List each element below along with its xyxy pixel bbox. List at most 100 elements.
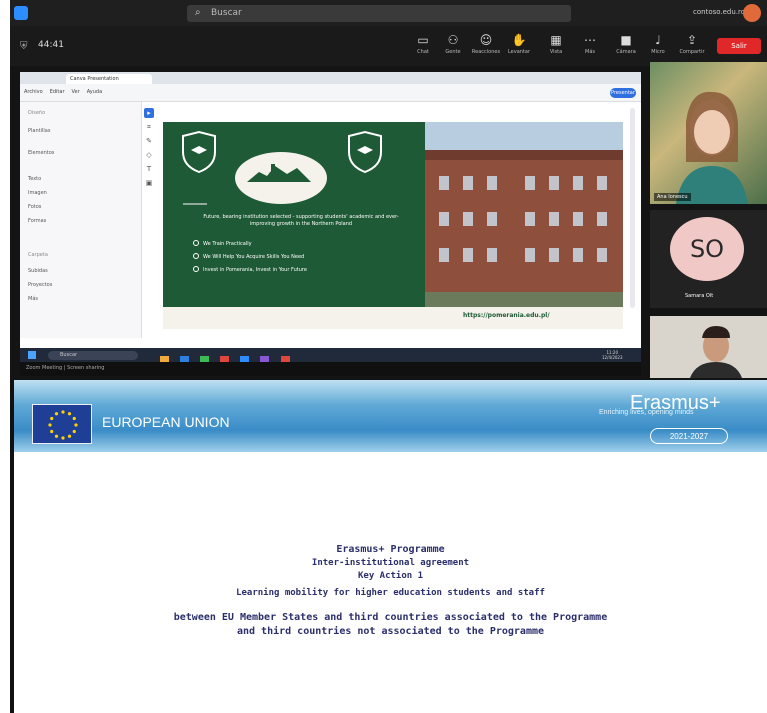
document-line: Learning mobility for higher education s… <box>236 588 545 598</box>
people-button[interactable]: ⚇ Gente <box>437 32 469 62</box>
participant-name: Samara Olt <box>685 293 714 299</box>
meeting-toolbar: ⛨ 44:41 ▭ Chat ⚇ Gente ☺ Reacciones ✋ Levantar ▦… <box>10 26 767 66</box>
eu-star-icon <box>54 434 59 438</box>
slide-bullet: Invest in Pomerania, Invest in Your Futu… <box>193 266 307 273</box>
university-logo-icon <box>235 152 327 204</box>
crop-icon[interactable]: ⌗ <box>144 122 154 132</box>
participant-tile-so[interactable]: SO Samara Olt <box>650 210 767 308</box>
participant-video <box>690 326 742 378</box>
participant-initials: SO <box>670 217 744 281</box>
zoom-titlebar: ⌕ Buscar contoso.edu.ro <box>10 0 767 26</box>
document-line: Inter-institutional agreement <box>311 558 470 568</box>
eu-star-icon <box>72 416 76 421</box>
windows-start-icon[interactable] <box>28 351 36 359</box>
chat-button[interactable]: ▭ Chat <box>407 32 439 62</box>
shield-icon[interactable]: ⛨ <box>20 41 28 52</box>
more-icon: ⋯ <box>584 33 596 47</box>
bullet-icon <box>193 240 199 246</box>
shield-emblem-right-icon <box>348 130 382 174</box>
slide-canvas[interactable]: Future, bearing institution selected - s… <box>163 122 623 329</box>
slide-bullet: We Train Practically <box>193 240 252 247</box>
participant-video <box>676 91 748 204</box>
toolbar-label: Gente <box>445 49 461 55</box>
document-line: Erasmus+ Programme <box>336 544 445 555</box>
taskbar-search-text: Buscar <box>60 352 78 358</box>
document-line: Key Action 1 <box>357 571 424 581</box>
react-button[interactable]: ☺ Reacciones <box>470 32 502 62</box>
eu-star-icon <box>61 436 65 440</box>
mic-icon: ♩ <box>655 33 661 47</box>
toolbar-label: Más <box>585 49 595 55</box>
pane-item[interactable]: Texto <box>28 176 41 182</box>
shield-emblem-left-icon <box>182 130 216 174</box>
view-icon: ▦ <box>550 33 562 47</box>
eu-star-icon <box>50 429 54 434</box>
pane-item[interactable]: Subidas <box>28 268 48 274</box>
shapes-icon[interactable]: ◇ <box>144 150 154 160</box>
present-button[interactable]: Presentar <box>610 88 636 98</box>
bullet-icon <box>193 253 199 259</box>
pane-item[interactable]: Formas <box>28 218 46 224</box>
share-button[interactable]: ⇪ Compartir <box>676 32 708 62</box>
eu-star-icon <box>67 412 72 416</box>
taskbar-clock: 11:20 12/4/2023 <box>602 350 623 360</box>
camera-icon: ■ <box>620 33 632 47</box>
image-icon[interactable]: ▣ <box>144 178 154 188</box>
zoom-search-input[interactable]: ⌕ Buscar <box>187 5 571 22</box>
more-button[interactable]: ⋯ Más <box>574 32 606 62</box>
eu-star-icon <box>67 434 72 438</box>
toolbar-label: Compartir <box>679 49 705 55</box>
leave-button[interactable]: Salir <box>717 38 761 54</box>
pane-item[interactable]: Fotos <box>28 204 41 210</box>
app-ribbon: Archivo Editar Ver Ayuda Presentar <box>20 84 641 102</box>
toolbar-label: Reacciones <box>471 49 501 55</box>
participant-name: Ana Ionescu <box>654 193 691 201</box>
pen-icon[interactable]: ✎ <box>144 136 154 146</box>
participant-tile-bottom[interactable] <box>650 316 767 378</box>
meeting-timer: 44:41 <box>38 40 64 50</box>
browser-tab-bar: Canva Presentation <box>20 72 641 84</box>
pane-item: Diseño <box>28 110 46 116</box>
pane-item[interactable]: Elementos <box>28 150 54 156</box>
raise-hand-icon: ✋ <box>511 33 527 47</box>
zoom-search-placeholder: Buscar <box>211 8 242 18</box>
tools-strip: ▸ ⌗ ✎ ◇ T ▣ <box>144 108 156 228</box>
browser-tab[interactable]: Canva Presentation <box>66 74 152 84</box>
taskbar-search[interactable]: Buscar <box>48 351 138 360</box>
cursor-icon[interactable]: ▸ <box>144 108 154 118</box>
camera-button[interactable]: ■ Cámara <box>610 32 642 62</box>
search-icon: ⌕ <box>195 7 201 18</box>
toolbar-label: Micro <box>651 49 665 55</box>
eu-star-icon <box>74 423 78 427</box>
zoom-logo-icon <box>14 6 28 20</box>
mic-button[interactable]: ♩ Micro <box>642 32 674 62</box>
pane-item[interactable]: Plantillas <box>28 128 50 134</box>
slide-footer: https://pomerania.edu.pl/ <box>163 307 623 329</box>
view-button[interactable]: ▦ Vista <box>540 32 572 62</box>
zoom-account-label: contoso.edu.ro <box>693 8 746 16</box>
left-pane: Diseño Plantillas Elementos Texto Imagen Foto… <box>20 102 142 338</box>
ribbon-tab[interactable]: Ver <box>72 89 80 95</box>
pane-item[interactable]: Más <box>28 296 38 302</box>
eu-label: EUROPEAN UNION <box>102 414 230 430</box>
avatar[interactable] <box>743 4 761 22</box>
ribbon-tab[interactable]: Editar <box>50 89 65 95</box>
participant-tile-top[interactable]: Ana Ionescu <box>650 62 767 204</box>
ribbon-tab[interactable]: Ayuda <box>87 89 102 95</box>
eu-star-icon <box>50 416 54 421</box>
toolbar-label: Cámara <box>616 49 636 55</box>
pane-item[interactable]: Proyectos <box>28 282 52 288</box>
document-line: between EU Member States and third count… <box>173 612 608 623</box>
text-icon[interactable]: T <box>144 164 154 174</box>
share-icon: ⇪ <box>686 33 698 47</box>
toolbar-label: Chat <box>417 49 429 55</box>
ribbon-tab[interactable]: Archivo <box>24 89 43 95</box>
toolbar-label: Levantar <box>507 49 531 55</box>
pane-item[interactable]: Imagen <box>28 190 47 196</box>
document-line: and third countries not associated to th… <box>236 626 545 637</box>
building-photo <box>425 122 623 317</box>
programme-years-badge: 2021-2027 <box>650 428 728 444</box>
right-scrollbar[interactable] <box>630 108 635 308</box>
raise-hand-button[interactable]: ✋ Levantar <box>503 32 535 62</box>
eu-star-icon <box>54 412 59 416</box>
